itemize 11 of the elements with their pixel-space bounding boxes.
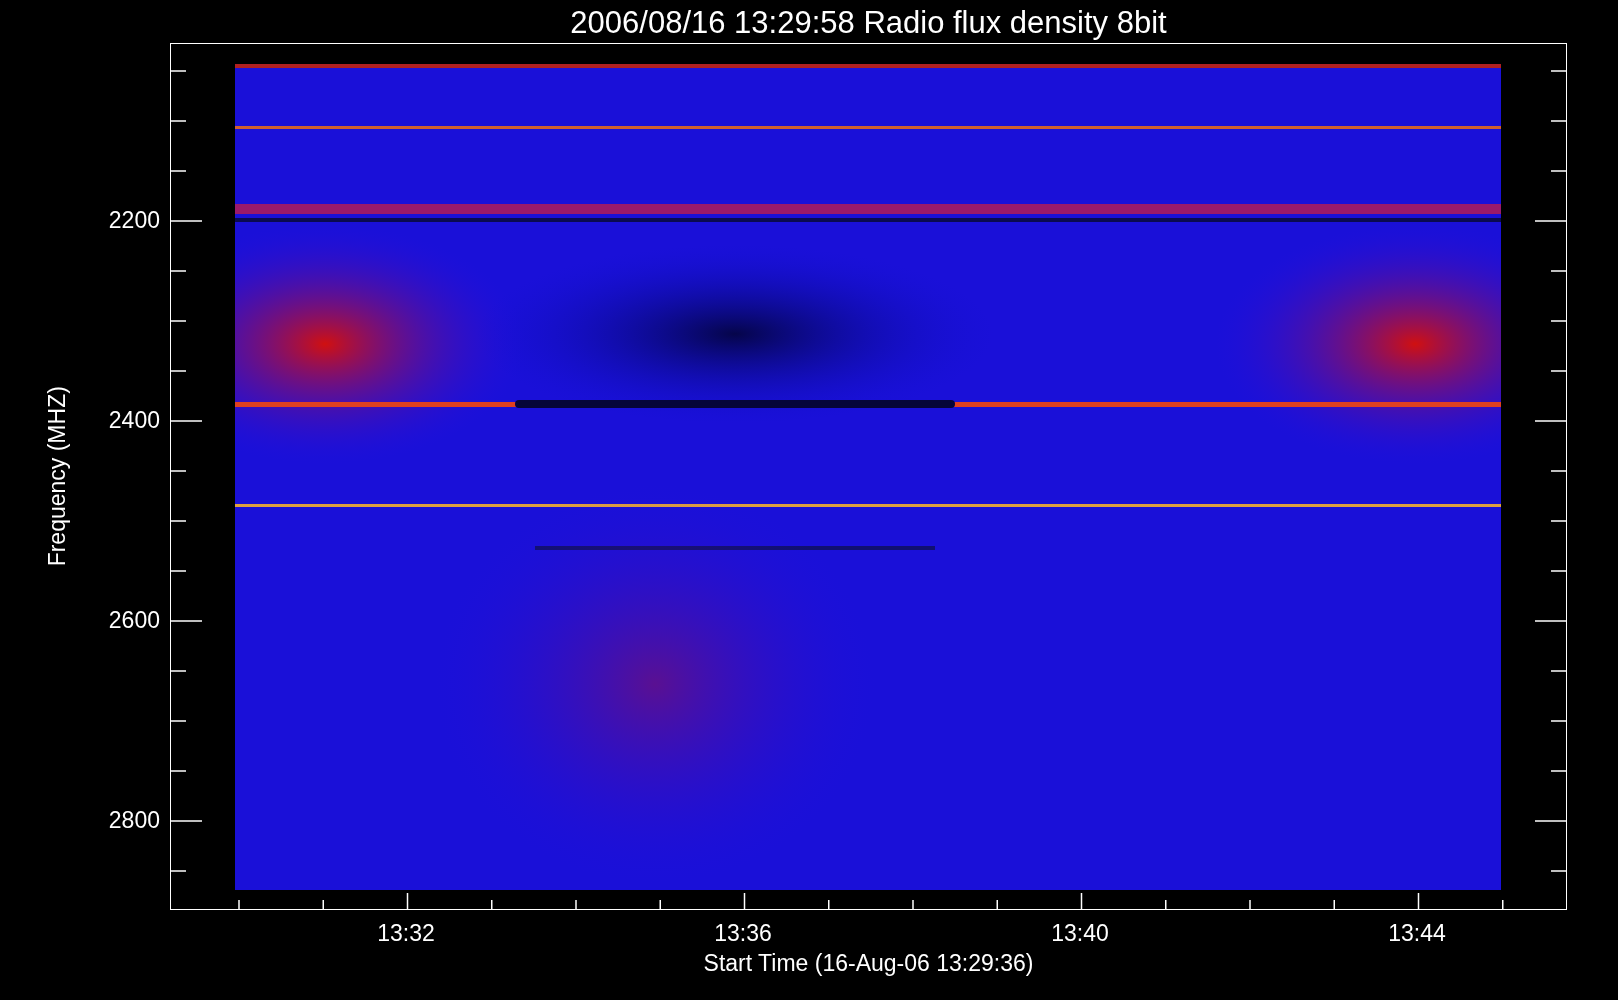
y-tick-label: 2400 [108, 407, 160, 433]
y-tick-label: 2600 [108, 607, 160, 633]
x-tick-label: 13:36 [713, 920, 773, 946]
x-axis-label: Start Time (16-Aug-06 13:29:36) [703, 950, 1034, 976]
x-tick-label: 13:44 [1387, 920, 1447, 946]
chart-title: 2006/08/16 13:29:58 Radio flux density 8bit [570, 4, 1167, 42]
y-axis-label: Frequency (MHZ) [42, 386, 71, 567]
x-tick-label: 13:40 [1050, 920, 1110, 946]
x-tick-label: 13:32 [376, 920, 436, 946]
y-tick-label: 2800 [108, 807, 160, 833]
y-tick-label: 2200 [108, 207, 160, 233]
